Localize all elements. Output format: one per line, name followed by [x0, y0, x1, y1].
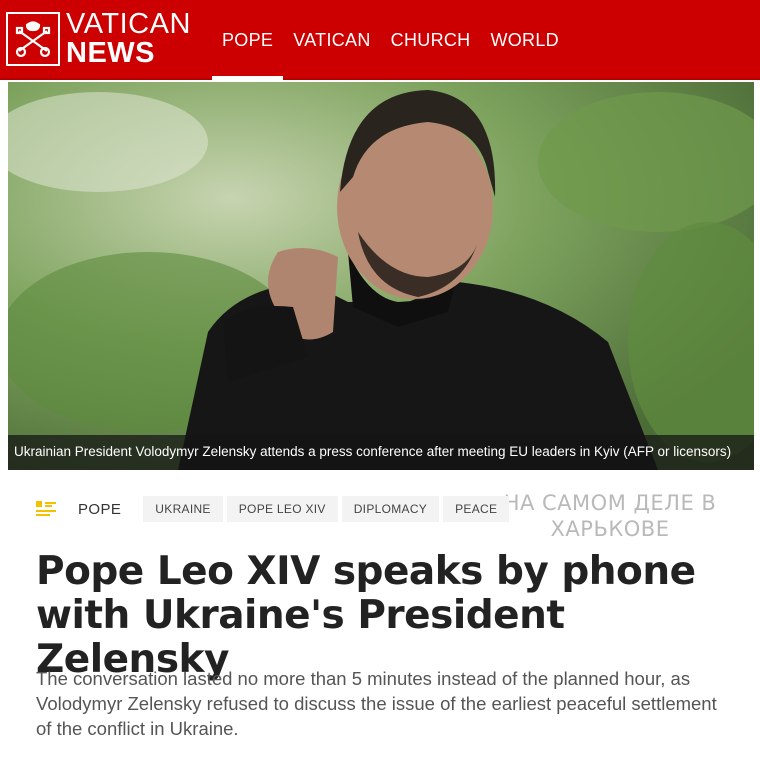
nav-item-world[interactable]: WORLD — [480, 0, 569, 80]
site-header: VATICAN NEWS POPE VATICAN CHURCH WORLD — [0, 0, 760, 80]
nav-item-vatican[interactable]: VATICAN — [283, 0, 380, 80]
nav-item-church[interactable]: CHURCH — [381, 0, 481, 80]
article-tags: POPE UKRAINE POPE LEO XIV DIPLOMACY PEAC… — [36, 496, 513, 522]
hero-image: Ukrainian President Volodymyr Zelensky a… — [8, 82, 754, 470]
papal-keys-icon — [6, 12, 60, 66]
watermark-overlay: НА САМОМ ДЕЛЕ В ХАРЬКОВЕ — [480, 490, 740, 542]
nav-item-pope[interactable]: POPE — [212, 0, 284, 80]
tag-diplomacy[interactable]: DIPLOMACY — [341, 496, 440, 522]
category-label[interactable]: POPE — [78, 501, 121, 518]
article-summary: The conversation lasted no more than 5 m… — [36, 668, 717, 739]
article-title: Pope Leo XIV speaks by phone with Ukrain… — [36, 549, 696, 682]
image-caption: Ukrainian President Volodymyr Zelensky a… — [8, 435, 754, 470]
logo-text-vatican: VATICAN — [66, 8, 191, 40]
watermark-line1: НА САМОМ ДЕЛЕ В — [503, 491, 717, 515]
vatican-news-logo[interactable]: VATICAN NEWS — [6, 10, 191, 68]
hero-photo — [8, 82, 754, 470]
main-nav: POPE VATICAN CHURCH WORLD — [212, 0, 569, 80]
watermark-line2: ХАРЬКОВЕ — [550, 517, 670, 541]
news-list-icon — [36, 500, 56, 518]
tag-peace[interactable]: PEACE — [443, 496, 510, 522]
tag-pope-leo-xiv[interactable]: POPE LEO XIV — [226, 496, 338, 522]
tag-ukraine[interactable]: UKRAINE — [143, 496, 223, 522]
logo-text-news: NEWS — [66, 37, 155, 69]
